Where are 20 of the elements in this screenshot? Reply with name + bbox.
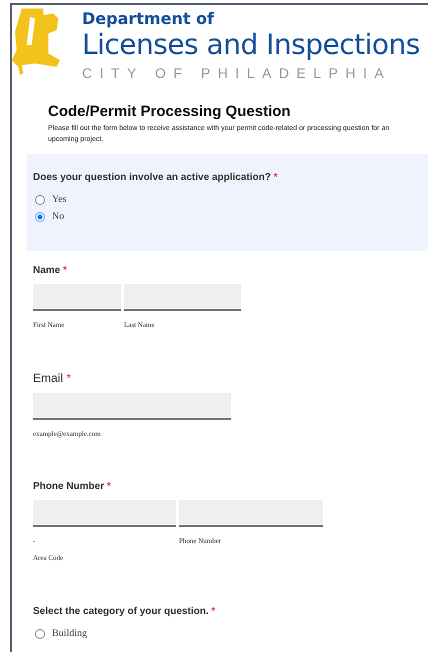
input-field[interactable] (33, 284, 121, 311)
input-field[interactable] (33, 393, 231, 420)
city-name: CITY OF PHILADELPHIA (82, 65, 392, 81)
radio-option[interactable]: No (33, 208, 422, 225)
question-label: Phone Number * (33, 481, 112, 492)
department-heading: Department of (82, 10, 216, 28)
question-label: Name * (33, 265, 68, 276)
radio-button[interactable] (35, 194, 45, 204)
radio-button[interactable] (35, 212, 45, 222)
form-title: Code/Permit Processing Question (48, 103, 292, 120)
input-field[interactable] (124, 284, 241, 311)
input-field[interactable] (179, 500, 323, 527)
department-name: Licenses and Inspections (82, 28, 420, 62)
radio-option[interactable]: Building (33, 625, 418, 642)
radio-button[interactable] (35, 628, 45, 638)
radio-option[interactable]: Yes (33, 191, 422, 208)
question-label: Select the category of your question. * (33, 606, 216, 617)
question-label: Does your question involve an active application? * (33, 172, 279, 183)
question-label: Email * (33, 371, 72, 385)
input-field[interactable] (33, 500, 176, 527)
